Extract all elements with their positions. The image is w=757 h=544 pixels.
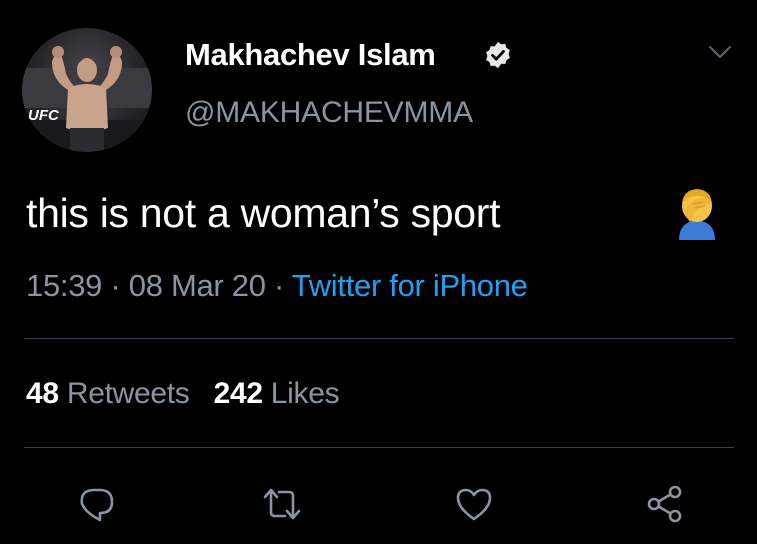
avatar-photo: UFC (22, 46, 152, 152)
heart-icon (456, 488, 492, 521)
like-button[interactable] (452, 482, 496, 526)
tweet-date: 08 Mar 20 (128, 268, 266, 303)
author-avatar[interactable]: UFC (22, 28, 152, 152)
meta-separator: · (273, 268, 285, 303)
likes-count: 242 (213, 377, 263, 410)
tweet-card: UFC Makhachev Islam @MAKHACHEVMMA this i… (0, 0, 757, 544)
retweets-stat[interactable]: 48 Retweets (26, 377, 190, 410)
retweets-count: 48 (26, 377, 59, 410)
share-button[interactable] (643, 482, 687, 526)
ufc-logo: UFC (28, 107, 60, 124)
reply-button[interactable] (75, 482, 119, 526)
retweet-button[interactable] (260, 482, 304, 526)
tweet-text: this is not a woman’s sport (26, 190, 501, 236)
divider (24, 338, 734, 339)
tweet-source-link[interactable]: Twitter for iPhone (292, 268, 528, 303)
author-name[interactable]: Makhachev Islam (185, 37, 436, 73)
person-facepalming-emoji (679, 189, 715, 240)
meta-separator: · (110, 268, 121, 303)
likes-stat[interactable]: 242 Likes (214, 377, 340, 410)
tweet-meta: 15:39 · 08 Mar 20 · Twitter for iPhone (26, 268, 528, 304)
author-handle[interactable]: @MAKHACHEVMMA (185, 96, 473, 130)
share-icon (647, 485, 682, 523)
retweets-label: Retweets (66, 377, 190, 410)
divider (24, 447, 734, 448)
tweet-stats: 48 Retweets 242 Likes (26, 377, 340, 411)
verified-badge-icon (486, 41, 510, 69)
retweet-icon (263, 488, 301, 520)
reply-icon (80, 488, 114, 522)
tweet-time: 15:39 (26, 268, 103, 303)
likes-label: Likes (270, 377, 340, 410)
chevron-down-icon[interactable] (707, 42, 733, 62)
